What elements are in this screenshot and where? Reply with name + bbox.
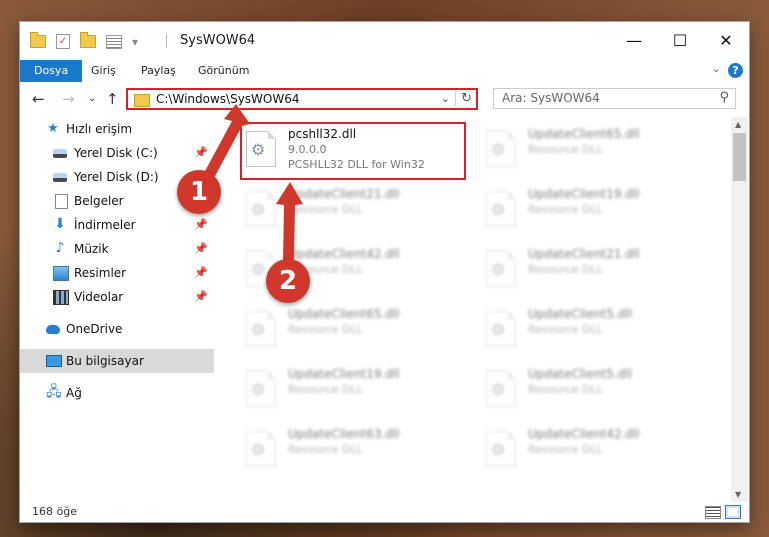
annotation-arrows (204, 104, 303, 262)
step-badge-2: 2 (266, 259, 310, 303)
arrow-1 (204, 104, 250, 178)
arrow-2 (276, 182, 303, 262)
step-badge-1: 1 (177, 170, 221, 214)
